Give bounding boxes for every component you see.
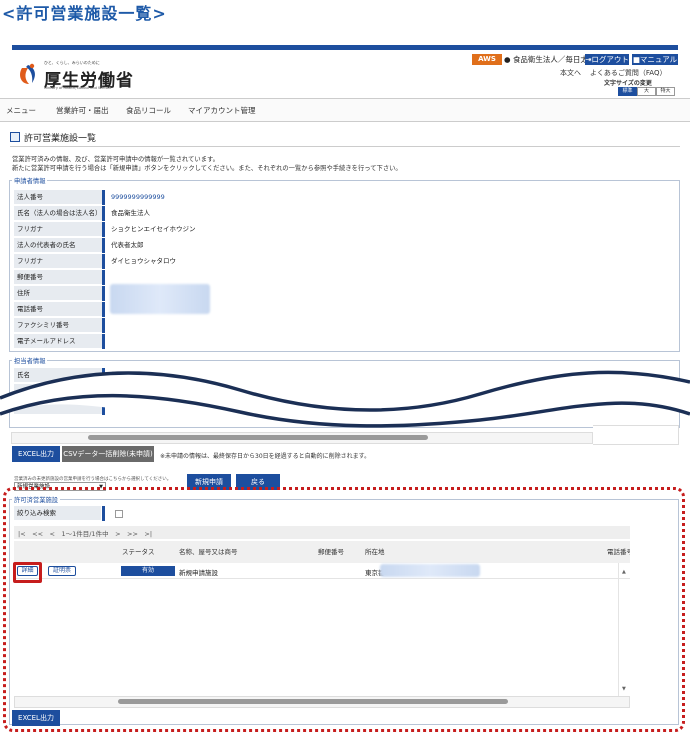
filter-checkbox[interactable] [115, 510, 123, 518]
row-accent [102, 206, 105, 221]
page-title-icon [10, 132, 20, 142]
row-accent [102, 318, 105, 333]
person-legend: 担当者情報 [12, 356, 48, 365]
link-faq[interactable]: よくあるご質問（FAQ） [590, 69, 667, 77]
row-accent [102, 334, 105, 349]
col-name: 名称、屋号又は商号 [179, 548, 238, 556]
page-title: 許可営業施設一覧 [24, 134, 97, 144]
applicant-value-corp-number: 9999999999999 [111, 193, 165, 201]
table-row [14, 563, 630, 579]
applicant-label-name: 氏名（法人の場合は法人名） [14, 206, 103, 221]
col-phone: 電話番号 [607, 548, 630, 556]
font-size-standard-button[interactable]: 標準 [618, 87, 637, 96]
facility-name: 新規申請施設 [179, 569, 218, 577]
col-address: 所在地 [365, 548, 385, 556]
screen-caption: <許可営業施設一覧> [2, 4, 167, 23]
mhlw-logo[interactable]: ひと、くらし、みらいのために 厚生労働省 Ministry of Health,… [18, 56, 218, 96]
manual-label: マニュアル [639, 55, 678, 64]
applicant-legend: 申請者情報 [12, 176, 48, 185]
redacted-address-area [110, 284, 210, 314]
facilities-excel-button[interactable]: EXCEL出力 [12, 710, 60, 726]
applicant-value-name: 食品衛生法人 [111, 209, 150, 217]
scrollbar-thumb[interactable] [88, 435, 428, 440]
applicant-value-representative: 代表者太郎 [111, 241, 144, 249]
applicant-label-zip: 郵便番号 [14, 270, 103, 285]
font-size-label: 文字サイズの変更 [604, 80, 652, 87]
font-size-switcher: 標準 大 特大 [618, 87, 675, 96]
filter-label: 絞り込み検索 [14, 506, 101, 521]
logo-english: Ministry of Health, Labour and Welfare [44, 86, 112, 90]
facilities-legend: 許可済営業施設 [12, 495, 61, 504]
row-accent [102, 254, 105, 269]
header-links: 本文へ よくあるご質問（FAQ） [560, 68, 666, 78]
applicant-value-furigana: ショクヒンエイセイホウジン [111, 225, 196, 233]
page-description-2: 新たに営業許可申請を行う場合は「新規申請」ボタンをクリックしてください。また、そ… [12, 165, 402, 172]
row-accent [102, 506, 105, 521]
page-description-1: 営業許可済みの情報、及び、営業許可申請中の情報が一覧されています。 [12, 156, 219, 163]
applicant-label-rep-furigana: フリガナ [14, 254, 103, 269]
applicant-label-fax: ファクシミリ番号 [14, 318, 103, 333]
scroll-corner [593, 425, 679, 445]
pager[interactable]: |< << < 1〜1件目/1件中 > >> >| [18, 528, 152, 538]
link-skip-to-content[interactable]: 本文へ [560, 69, 581, 77]
aws-button[interactable]: AWS [472, 54, 502, 65]
status-badge: 有効 [121, 566, 175, 576]
applicant-label-email: 電子メールアドレス [14, 334, 103, 349]
row-accent [102, 286, 105, 301]
applicant-label-corp-number: 法人番号 [14, 190, 103, 205]
user-icon: ● [504, 55, 511, 64]
csv-delete-note: ※未申請の情報は、最終保存日から30日を経過すると自動的に削除されます。 [160, 453, 371, 460]
nav-business-permit[interactable]: 営業許可・届出 [56, 105, 109, 116]
nav-menu[interactable]: メニュー [6, 105, 36, 116]
applicant-excel-button[interactable]: EXCEL出力 [12, 446, 60, 462]
row-accent [102, 190, 105, 205]
table-vertical-scrollbar[interactable]: ▲ ▼ [618, 563, 630, 696]
col-zip: 郵便番号 [318, 548, 344, 556]
applicant-value-rep-furigana: ダイヒョウシャタロウ [111, 257, 176, 265]
logout-button[interactable]: ⇥ログアウト [585, 54, 629, 65]
scroll-up-icon: ▲ [622, 569, 626, 575]
manual-button[interactable]: ■マニュアル [632, 54, 678, 65]
omission-wave-icon [0, 370, 690, 428]
applicant-fieldset [9, 180, 680, 352]
row-accent [102, 302, 105, 317]
applicant-label-address: 住所 [14, 286, 103, 301]
row-accent [102, 238, 105, 253]
applicant-label-representative: 法人の代表者の氏名 [14, 238, 103, 253]
user-info: ● 食品衛生法人／毎日太郎 [504, 54, 595, 65]
row-accent [102, 270, 105, 285]
scroll-down-icon: ▼ [622, 686, 626, 692]
title-divider [10, 146, 680, 147]
col-status: ステータス [122, 548, 155, 556]
nav-account[interactable]: マイアカウント管理 [188, 105, 256, 116]
font-size-xlarge-button[interactable]: 特大 [656, 87, 675, 96]
detail-button[interactable]: 詳細 [17, 566, 38, 576]
mhlw-logo-icon [20, 63, 35, 84]
user-name: 食品衛生法人／毎日太郎 [512, 55, 596, 64]
applicant-label-phone: 電話番号 [14, 302, 103, 317]
logout-label: ログアウト [591, 55, 629, 64]
redacted-address [380, 564, 480, 577]
applicant-label-furigana: フリガナ [14, 222, 103, 237]
header-top-bar [12, 45, 678, 50]
manual-icon: ■ [632, 55, 640, 64]
certificate-button[interactable]: 証明票 [48, 566, 76, 576]
nav-food-recall[interactable]: 食品リコール [126, 105, 171, 116]
row-accent [102, 222, 105, 237]
csv-bulk-delete-button[interactable]: CSVデータ一括削除(未申請) [62, 446, 154, 462]
font-size-large-button[interactable]: 大 [637, 87, 656, 96]
table-scrollbar-thumb[interactable] [118, 699, 508, 704]
